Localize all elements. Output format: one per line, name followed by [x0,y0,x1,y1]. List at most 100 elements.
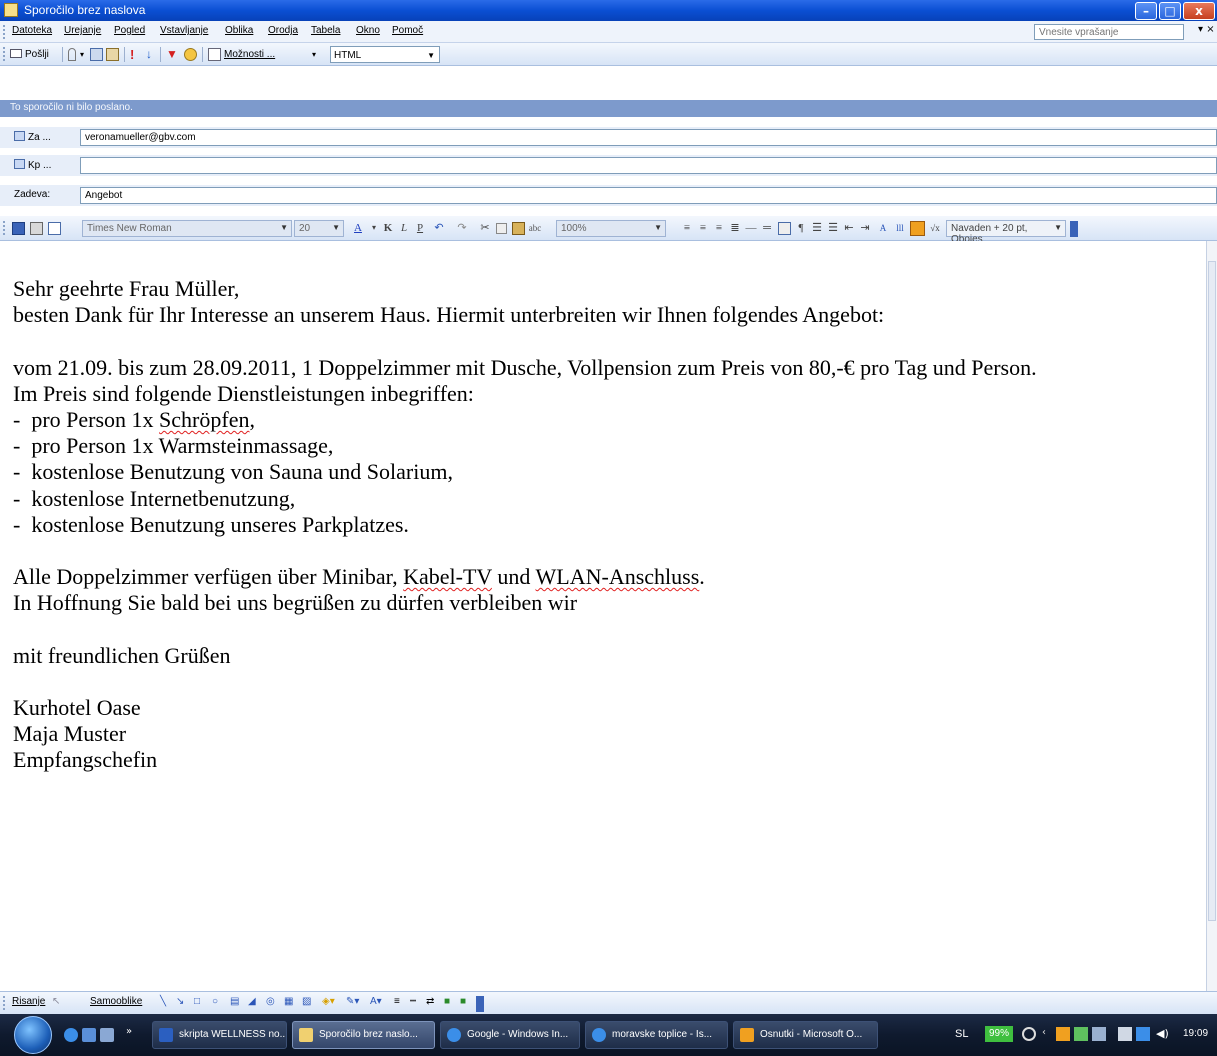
equation-icon[interactable]: √x [928,221,942,235]
maximize-button[interactable]: □ [1159,2,1181,20]
menu-window[interactable]: Okno [356,25,380,36]
switch-windows-icon[interactable] [100,1028,114,1042]
close-button[interactable]: x [1183,2,1215,20]
paperclip-icon[interactable] [68,48,76,61]
message-body[interactable]: Sehr geehrte Frau Müller, besten Dank fü… [0,241,1206,991]
menu-tools[interactable]: Orodja [268,25,298,36]
arrow-icon[interactable]: ↘ [176,996,184,1007]
save-icon[interactable] [12,222,25,235]
distribute-icon[interactable]: — [744,221,758,235]
quicklaunch-overflow-icon[interactable]: » [126,1026,132,1037]
menu-insert[interactable]: Vstavljanje [160,25,208,36]
bold-icon[interactable]: K [381,221,395,235]
font-select[interactable]: Times New Roman ▼ [82,220,292,237]
diagram-icon[interactable]: ◎ [266,996,275,1007]
high-importance-icon[interactable]: ! [130,46,134,63]
increase-indent-icon[interactable]: ⇥ [858,221,872,235]
font-color-icon[interactable]: A▾ [370,996,382,1007]
research-icon[interactable] [910,221,925,236]
send-button[interactable]: Pošlji [10,46,58,63]
line-color-icon[interactable]: ✎▾ [346,996,359,1007]
low-importance-icon[interactable]: ↓ [146,46,152,63]
help-question-input[interactable] [1034,24,1184,40]
spelling-icon[interactable]: abc [528,221,542,235]
permission-icon[interactable] [184,48,197,61]
decrease-indent-icon[interactable]: ⇤ [842,221,856,235]
italic-icon[interactable]: L [397,221,411,235]
clipart-icon[interactable]: ▦ [284,996,293,1007]
help-dropdown-icon[interactable]: ▾ × [1198,24,1215,35]
options-button[interactable]: Možnosti ... ▾ [208,46,318,63]
toolbar-grip[interactable] [3,47,6,61]
shadow-icon[interactable]: ■ [444,996,450,1007]
numbering-icon[interactable]: ☰ [810,221,824,235]
undo-icon[interactable]: ↶ [432,221,446,235]
tray-app-icon[interactable] [1118,1027,1132,1041]
oval-icon[interactable]: ○ [212,996,218,1007]
minimize-button[interactable]: – [1135,2,1157,20]
taskbar-item[interactable]: Osnutki - Microsoft O... [733,1021,878,1049]
font-color-icon[interactable]: A [351,221,365,235]
tray-app-icon[interactable] [1056,1027,1070,1041]
bullets-icon[interactable]: ☰ [826,221,840,235]
autoshapes-button[interactable]: Samooblike [90,996,142,1007]
toolbar-options-icon[interactable] [476,996,484,1012]
show-desktop-icon[interactable] [82,1028,96,1042]
menu-view[interactable]: Pogled [114,25,145,36]
menu-table[interactable]: Tabela [311,25,340,36]
taskbar-item[interactable]: Google - Windows In... [440,1021,580,1049]
start-button[interactable] [14,1016,52,1054]
tray-app-icon[interactable] [1136,1027,1150,1041]
dash-style-icon[interactable]: ┅ [410,996,416,1007]
menu-edit[interactable]: Urejanje [64,25,101,36]
3d-icon[interactable]: ■ [460,996,466,1007]
network-icon[interactable] [1022,1027,1036,1041]
arrow-style-icon[interactable]: ⇄ [426,996,434,1007]
line-icon[interactable]: ╲ [160,996,166,1007]
address-book-icon[interactable] [90,48,103,61]
wordart-icon[interactable]: ◢ [248,996,256,1007]
toolbar-grip[interactable] [3,221,6,235]
flag-icon[interactable]: ▼ [166,46,178,63]
chevron-down-icon[interactable]: ▾ [367,221,381,235]
message-format-select[interactable]: HTML ▼ [330,46,440,63]
align-center-icon[interactable]: ≡ [696,221,710,235]
title-bar[interactable]: Sporočilo brez naslova – □ x [0,0,1217,21]
subject-field[interactable]: Angebot [80,187,1217,204]
border-icon[interactable]: A [876,221,890,235]
cc-field[interactable] [80,157,1217,174]
battery-indicator[interactable]: 99% [985,1026,1013,1042]
toolbar-grip[interactable] [3,996,6,1010]
menu-format[interactable]: Oblika [225,25,253,36]
internet-explorer-icon[interactable] [64,1028,78,1042]
menu-file[interactable]: Datoteka [12,25,52,36]
clock[interactable]: 19:09 [1183,1028,1208,1039]
align-left-icon[interactable]: ≡ [680,221,694,235]
pilcrow-icon[interactable]: ¶ [794,221,808,235]
insert-table-icon[interactable] [778,222,791,235]
tray-expand-icon[interactable]: ‹ [1042,1027,1056,1041]
check-names-icon[interactable] [106,48,119,61]
taskbar-item[interactable]: moravske toplice - Is... [585,1021,728,1049]
to-button[interactable]: Za ... [14,131,51,143]
rectangle-icon[interactable]: □ [194,996,200,1007]
cc-button[interactable]: Kp ... [14,159,51,171]
to-field[interactable]: veronamueller@gbv.com [80,129,1217,146]
language-indicator[interactable]: SL [955,1028,968,1040]
taskbar-item-active[interactable]: Sporočilo brez naslo... [292,1021,435,1049]
draw-menu-button[interactable]: Risanje [12,996,45,1007]
zoom-select[interactable]: 100% ▼ [556,220,666,237]
font-size-select[interactable]: 20 ▼ [294,220,344,237]
scrollbar-thumb[interactable] [1208,261,1216,921]
thai-distribute-icon[interactable]: ═ [760,221,774,235]
attach-dropdown-icon[interactable]: ▾ [80,46,84,63]
select-objects-icon[interactable]: ↖ [52,996,60,1007]
cut-icon[interactable]: ✂ [478,221,492,235]
redo-icon[interactable]: ↷ [455,221,469,235]
line-style-icon[interactable]: ≡ [394,996,400,1007]
paste-icon[interactable] [512,222,525,235]
tray-app-icon[interactable] [1092,1027,1106,1041]
align-right-icon[interactable]: ≡ [712,221,726,235]
justify-icon[interactable]: ≣ [728,221,742,235]
taskbar-item[interactable]: skripta WELLNESS no... [152,1021,287,1049]
